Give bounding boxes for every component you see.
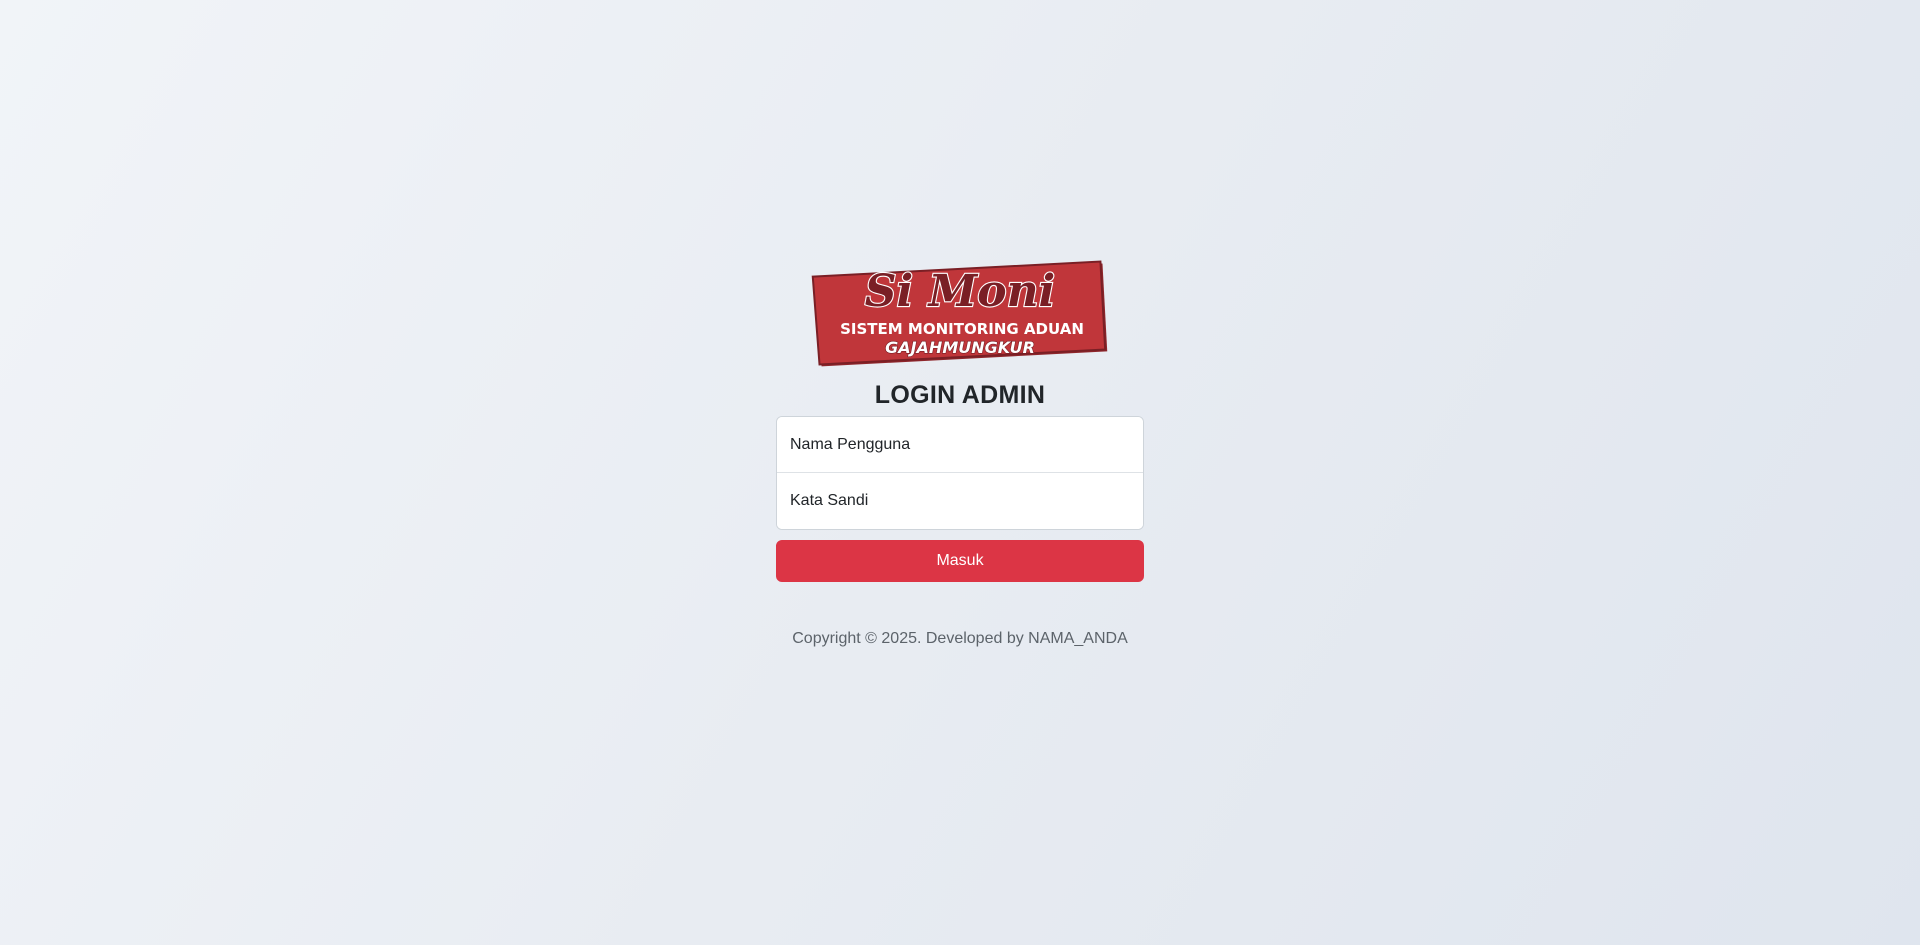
- logo-location-text: GAJAHMUNGKUR: [885, 338, 1035, 357]
- login-form: Masuk: [776, 416, 1144, 582]
- login-container: Si Moni SISTEM MONITORING ADUAN GAJAHMUN…: [776, 256, 1144, 648]
- logo-script-text: Si Moni: [865, 266, 1056, 317]
- copyright-text: Copyright © 2025. Developed by NAMA_ANDA: [792, 630, 1128, 647]
- password-input[interactable]: [777, 473, 1143, 529]
- logo-subtitle-text: SISTEM MONITORING ADUAN: [840, 320, 1084, 338]
- username-input[interactable]: [777, 417, 1143, 473]
- simoni-logo: Si Moni SISTEM MONITORING ADUAN GAJAHMUN…: [810, 256, 1110, 372]
- page-title: LOGIN ADMIN: [874, 381, 1046, 409]
- login-button[interactable]: Masuk: [776, 540, 1144, 582]
- credentials-group: [776, 416, 1144, 530]
